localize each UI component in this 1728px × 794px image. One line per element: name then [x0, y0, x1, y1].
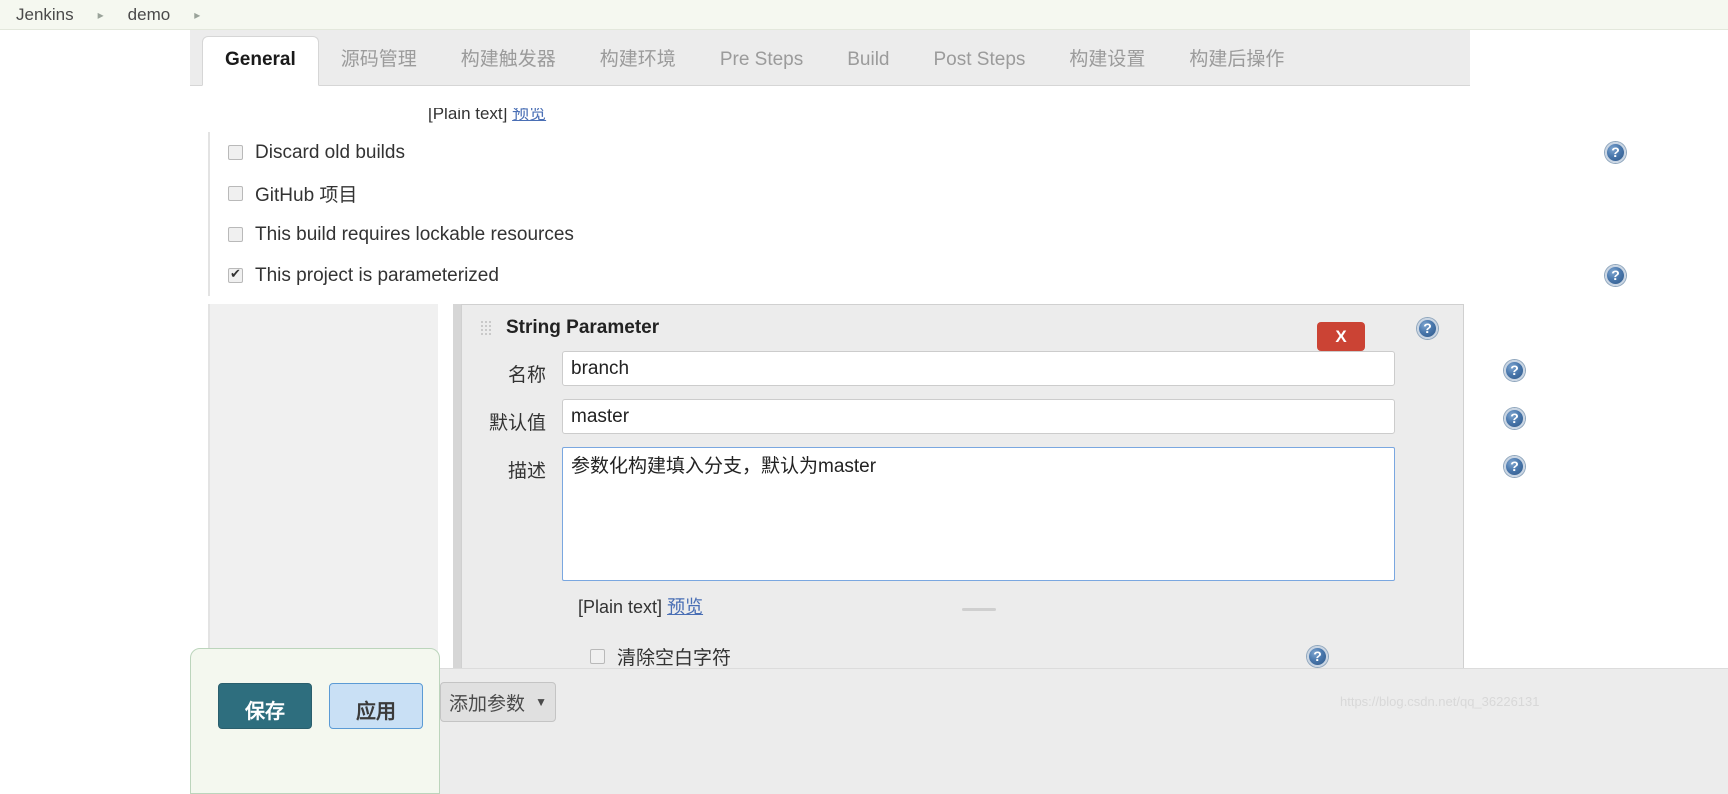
help-icon-parameter-description[interactable]: ?: [1504, 456, 1525, 477]
tab-build-triggers[interactable]: 构建触发器: [439, 31, 578, 85]
help-icon-trim-whitespace[interactable]: ?: [1307, 645, 1328, 667]
config-tab-bar: General 源码管理 构建触发器 构建环境 Pre Steps Build …: [190, 30, 1470, 86]
plaintext-label: [Plain text]: [578, 597, 663, 617]
help-icon-parameter-default[interactable]: ?: [1504, 408, 1525, 429]
tab-build-environment[interactable]: 构建环境: [578, 31, 698, 85]
parameters-gutter: [208, 304, 438, 694]
add-parameter-button[interactable]: 添加参数 ▼: [440, 682, 556, 722]
save-button[interactable]: 保存: [218, 683, 312, 729]
checkbox-lockable-resources[interactable]: [228, 227, 243, 242]
save-action-bar: 保存 应用: [190, 648, 440, 794]
option-row-parameterized: This project is parameterized ?: [210, 255, 1708, 296]
tab-post-steps[interactable]: Post Steps: [912, 36, 1048, 85]
help-icon-parameterized[interactable]: ?: [1605, 265, 1626, 286]
tab-general[interactable]: General: [202, 36, 319, 86]
help-icon-discard-old-builds[interactable]: ?: [1605, 142, 1626, 163]
help-icon-string-parameter[interactable]: ?: [1417, 318, 1438, 339]
label-parameter-description: 描述: [507, 461, 546, 482]
general-options-list: Discard old builds ? GitHub 项目 This buil…: [208, 132, 1708, 296]
preview-link[interactable]: 预览: [667, 597, 703, 617]
label-discard-old-builds: Discard old builds: [255, 141, 405, 163]
input-parameter-name[interactable]: [562, 351, 1395, 386]
checkbox-github-project[interactable]: [228, 186, 243, 201]
tab-build[interactable]: Build: [825, 36, 911, 85]
option-row-trim-whitespace: 清除空白字符 ?: [462, 641, 1463, 671]
label-github-project: GitHub 项目: [255, 185, 358, 206]
help-icon-parameter-name[interactable]: ?: [1504, 360, 1525, 381]
checkbox-trim-whitespace[interactable]: [590, 648, 605, 664]
breadcrumb-separator-icon: ▸: [97, 7, 104, 22]
input-parameter-default[interactable]: [562, 399, 1395, 434]
breadcrumb-separator-icon-2: ▸: [194, 7, 201, 22]
drag-grip-icon[interactable]: [480, 320, 492, 336]
option-row-github-project: GitHub 项目: [210, 173, 1708, 214]
parameters-divider: [453, 304, 461, 694]
description-plaintext-row-top: [Plain text] 预览: [428, 108, 828, 126]
label-parameterized: This project is parameterized: [255, 264, 499, 286]
breadcrumb: Jenkins ▸ demo ▸: [0, 0, 1728, 30]
breadcrumb-item-demo[interactable]: demo: [118, 5, 181, 25]
field-row-default-value: 默认值 ?: [462, 399, 1525, 435]
field-row-description: 描述 ?: [462, 447, 1525, 611]
checkbox-parameterized[interactable]: [228, 266, 243, 283]
string-parameter-header: String Parameter ?: [462, 305, 1463, 351]
preview-link-top[interactable]: 预览: [512, 108, 546, 123]
string-parameter-block: String Parameter ? 名称 ? 默认值 ? 描述: [461, 304, 1525, 694]
tab-post-build-actions[interactable]: 构建后操作: [1167, 31, 1306, 85]
tab-build-settings[interactable]: 构建设置: [1047, 31, 1167, 85]
breadcrumb-item-jenkins[interactable]: Jenkins: [6, 5, 84, 25]
label-lockable-resources: This build requires lockable resources: [255, 223, 574, 245]
field-row-name: 名称 ?: [462, 351, 1525, 387]
apply-button[interactable]: 应用: [329, 683, 423, 729]
label-parameter-name: 名称: [507, 365, 546, 386]
label-trim-whitespace: 清除空白字符: [617, 647, 732, 669]
chevron-down-icon: ▼: [535, 695, 547, 709]
add-parameter-label: 添加参数: [449, 693, 526, 715]
plaintext-label-top: [Plain text]: [428, 108, 508, 123]
left-gutter: [0, 30, 190, 794]
string-parameter-title: String Parameter: [506, 317, 660, 338]
textarea-parameter-description[interactable]: [562, 447, 1395, 581]
watermark-text: https://blog.csdn.net/qq_36226131: [1340, 694, 1540, 709]
option-row-discard-old-builds: Discard old builds ?: [210, 132, 1708, 173]
tab-pre-steps[interactable]: Pre Steps: [698, 36, 825, 85]
checkbox-discard-old-builds[interactable]: [228, 145, 243, 160]
description-plaintext-row: [Plain text] 预览: [462, 593, 1463, 619]
option-row-lockable-resources: This build requires lockable resources: [210, 214, 1708, 255]
remove-parameter-button[interactable]: X: [1317, 322, 1365, 351]
tab-scm[interactable]: 源码管理: [319, 31, 439, 85]
label-parameter-default: 默认值: [488, 413, 546, 434]
